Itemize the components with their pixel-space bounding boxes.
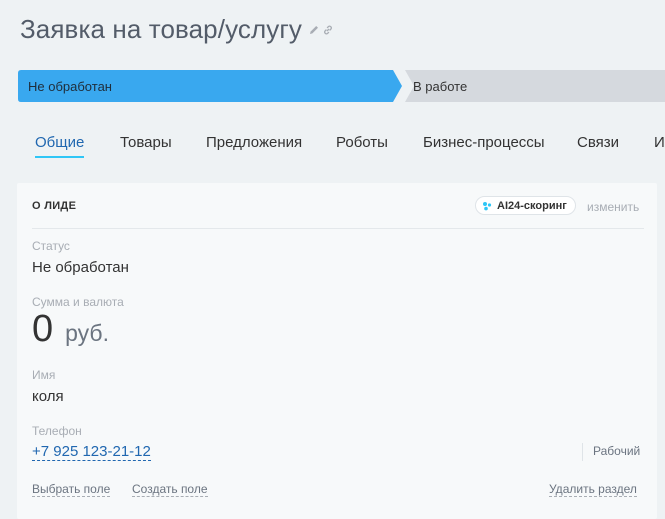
section-title: О ЛИДЕ bbox=[32, 200, 77, 212]
stage-new-label[interactable]: Не обработан bbox=[28, 79, 112, 94]
tab-links[interactable]: Связи bbox=[577, 134, 619, 151]
stage-in-progress-label[interactable]: В работе bbox=[413, 79, 467, 94]
ai-scoring-label: AI24-скоринг bbox=[497, 199, 567, 212]
link-icon[interactable] bbox=[322, 24, 334, 36]
create-field-link[interactable]: Создать поле bbox=[132, 482, 208, 497]
stage-bar-shapes bbox=[18, 70, 665, 102]
tab-products[interactable]: Товары bbox=[120, 134, 172, 151]
section-divider bbox=[32, 228, 644, 229]
choose-field-link[interactable]: Выбрать поле bbox=[32, 482, 111, 497]
ai-scoring-button[interactable]: AI24-скоринг bbox=[475, 196, 576, 215]
name-label: Имя bbox=[32, 368, 56, 382]
lead-info-card: О ЛИДЕ AI24-скоринг изменить Статус Не о… bbox=[17, 183, 657, 519]
name-value[interactable]: коля bbox=[32, 388, 64, 405]
title-row: Заявка на товар/услугу bbox=[20, 14, 334, 45]
page-title: Заявка на товар/услугу bbox=[20, 14, 303, 44]
delete-section-link[interactable]: Удалить раздел bbox=[549, 482, 637, 497]
pencil-icon[interactable] bbox=[308, 24, 320, 36]
change-section-link[interactable]: изменить bbox=[587, 200, 639, 214]
status-value[interactable]: Не обработан bbox=[32, 259, 129, 276]
tab-offers[interactable]: Предложения bbox=[206, 134, 302, 151]
tab-business-processes[interactable]: Бизнес-процессы bbox=[423, 134, 545, 151]
phone-link[interactable]: +7 925 123-21-12 bbox=[32, 443, 151, 461]
phone-label: Телефон bbox=[32, 424, 82, 438]
tab-robots[interactable]: Роботы bbox=[336, 134, 388, 151]
currency-value: руб. bbox=[65, 320, 109, 346]
sum-label: Сумма и валюта bbox=[32, 295, 124, 309]
tab-more[interactable]: И bbox=[654, 134, 665, 151]
active-tab-indicator bbox=[35, 156, 84, 158]
lead-detail-page: Заявка на товар/услугу Не обработан В ра… bbox=[0, 0, 665, 519]
sum-value: 0 bbox=[32, 308, 54, 350]
phone-type: Рабочий bbox=[593, 444, 641, 458]
phone-type-separator bbox=[582, 443, 583, 461]
status-label: Статус bbox=[32, 239, 70, 253]
sum-field[interactable]: 0 руб. bbox=[32, 308, 109, 351]
stage-bar: Не обработан В работе bbox=[18, 70, 665, 102]
tab-general[interactable]: Общие bbox=[35, 134, 84, 151]
ai-scoring-icon bbox=[483, 201, 492, 210]
tab-bar: Общие Товары Предложения Роботы Бизнес-п… bbox=[0, 126, 665, 162]
